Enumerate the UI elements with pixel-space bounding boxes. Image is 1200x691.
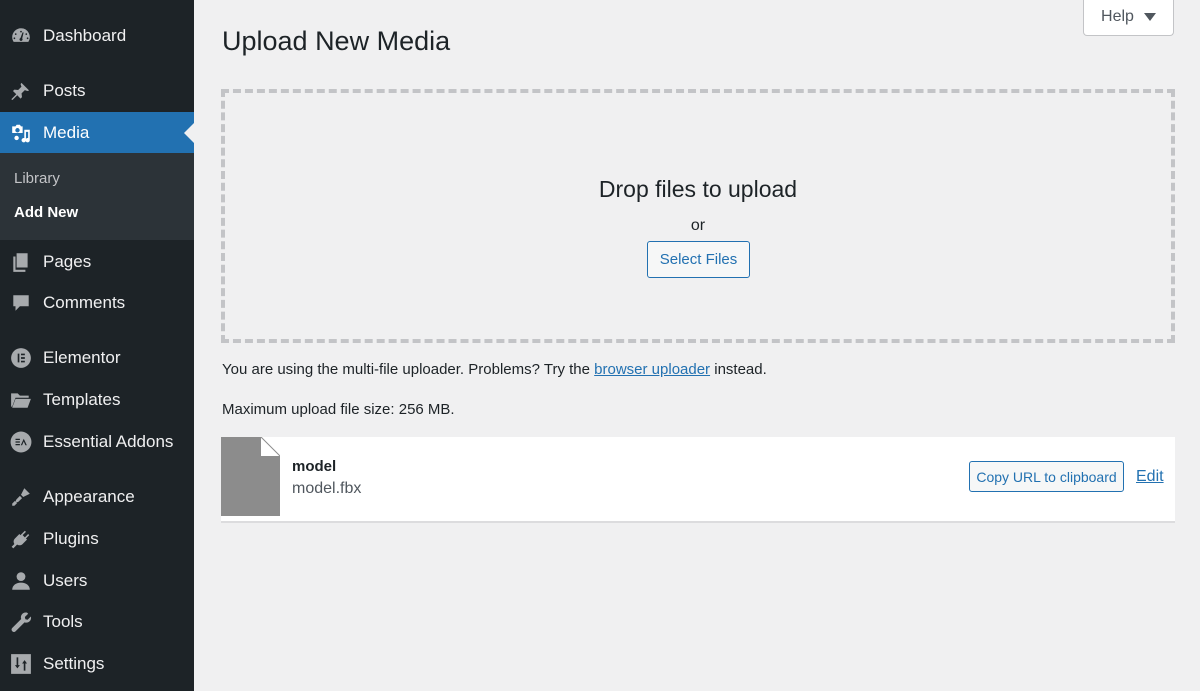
sidebar-item-label: Plugins bbox=[43, 529, 99, 548]
file-document-icon bbox=[221, 437, 280, 516]
sidebar-item-label: Media bbox=[43, 122, 90, 142]
sidebar-item-label: Templates bbox=[43, 390, 121, 409]
sidebar-item-dashboard[interactable]: Dashboard bbox=[0, 16, 194, 56]
sidebar-item-essential-addons[interactable]: Essential Addons bbox=[0, 422, 194, 462]
sidebar-item-label: Settings bbox=[43, 654, 105, 673]
media-item: model model.fbx Copy URL to clipboard Ed… bbox=[221, 437, 1175, 523]
sidebar-item-users[interactable]: Users bbox=[0, 561, 194, 601]
page-title: Upload New Media bbox=[222, 26, 451, 56]
sidebar-item-label: Elementor bbox=[43, 348, 121, 367]
comment-icon bbox=[10, 292, 32, 314]
copy-url-button[interactable]: Copy URL to clipboard bbox=[969, 461, 1124, 492]
elementor-icon bbox=[10, 347, 32, 369]
drop-or-text: or bbox=[690, 217, 706, 234]
sidebar-item-pages[interactable]: Pages bbox=[0, 242, 194, 282]
media-item-filename: model.fbx bbox=[292, 480, 362, 497]
submenu-item-library[interactable]: Library bbox=[14, 170, 60, 187]
help-button[interactable]: Help bbox=[1083, 0, 1174, 36]
media-item-title: model bbox=[292, 458, 337, 475]
sidebar-item-label: Comments bbox=[43, 293, 126, 312]
pin-icon bbox=[10, 80, 32, 102]
sidebar-item-label: Posts bbox=[43, 81, 86, 100]
sidebar-item-templates[interactable]: Templates bbox=[0, 380, 194, 420]
max-upload-size: Maximum upload file size: 256 MB. bbox=[222, 401, 455, 418]
sidebar-item-elementor[interactable]: Elementor bbox=[0, 338, 194, 378]
essential-addons-icon bbox=[10, 431, 32, 453]
edit-link[interactable]: Edit bbox=[1136, 468, 1164, 486]
sidebar-item-label: Essential Addons bbox=[43, 432, 174, 451]
sidebar-item-media[interactable]: Media bbox=[0, 112, 194, 153]
sidebar-item-plugins[interactable]: Plugins bbox=[0, 519, 194, 559]
drop-zone[interactable]: Drop files to upload or Select Files bbox=[221, 89, 1175, 343]
sidebar-item-label: Tools bbox=[43, 612, 83, 631]
sidebar-item-posts[interactable]: Posts bbox=[0, 71, 194, 111]
sidebar-item-settings[interactable]: Settings bbox=[0, 644, 194, 684]
uploader-info: You are using the multi-file uploader. P… bbox=[222, 361, 767, 378]
sidebar-item-label: Dashboard bbox=[43, 26, 127, 45]
sidebar-item-tools[interactable]: Tools bbox=[0, 602, 194, 642]
sidebar-item-label: Appearance bbox=[43, 487, 135, 506]
wrench-icon bbox=[10, 611, 32, 633]
select-files-button[interactable]: Select Files bbox=[647, 241, 750, 278]
sidebar-item-label: Pages bbox=[43, 252, 92, 271]
admin-sidebar: Dashboard Posts Media Library Add New Pa… bbox=[0, 0, 194, 691]
caret-down-icon bbox=[1143, 13, 1156, 21]
help-label: Help bbox=[1101, 8, 1134, 25]
pages-icon bbox=[10, 251, 32, 273]
user-icon bbox=[10, 570, 32, 592]
submenu-item-add-new[interactable]: Add New bbox=[14, 204, 78, 221]
plug-icon bbox=[10, 528, 32, 550]
drop-instructions: Drop files to upload bbox=[598, 176, 798, 202]
dashboard-icon bbox=[10, 25, 32, 47]
folder-icon bbox=[10, 389, 32, 411]
sidebar-item-appearance[interactable]: Appearance bbox=[0, 477, 194, 517]
uploader-info-suffix: instead. bbox=[710, 361, 767, 378]
media-submenu: Library Add New bbox=[0, 153, 194, 240]
settings-sliders-icon bbox=[10, 653, 32, 675]
browser-uploader-link[interactable]: browser uploader bbox=[594, 361, 710, 378]
sidebar-item-comments[interactable]: Comments bbox=[0, 283, 194, 323]
paintbrush-icon bbox=[10, 486, 32, 508]
uploader-info-prefix: You are using the multi-file uploader. P… bbox=[222, 361, 595, 378]
sidebar-item-label: Users bbox=[43, 571, 88, 590]
media-icon bbox=[10, 122, 32, 144]
